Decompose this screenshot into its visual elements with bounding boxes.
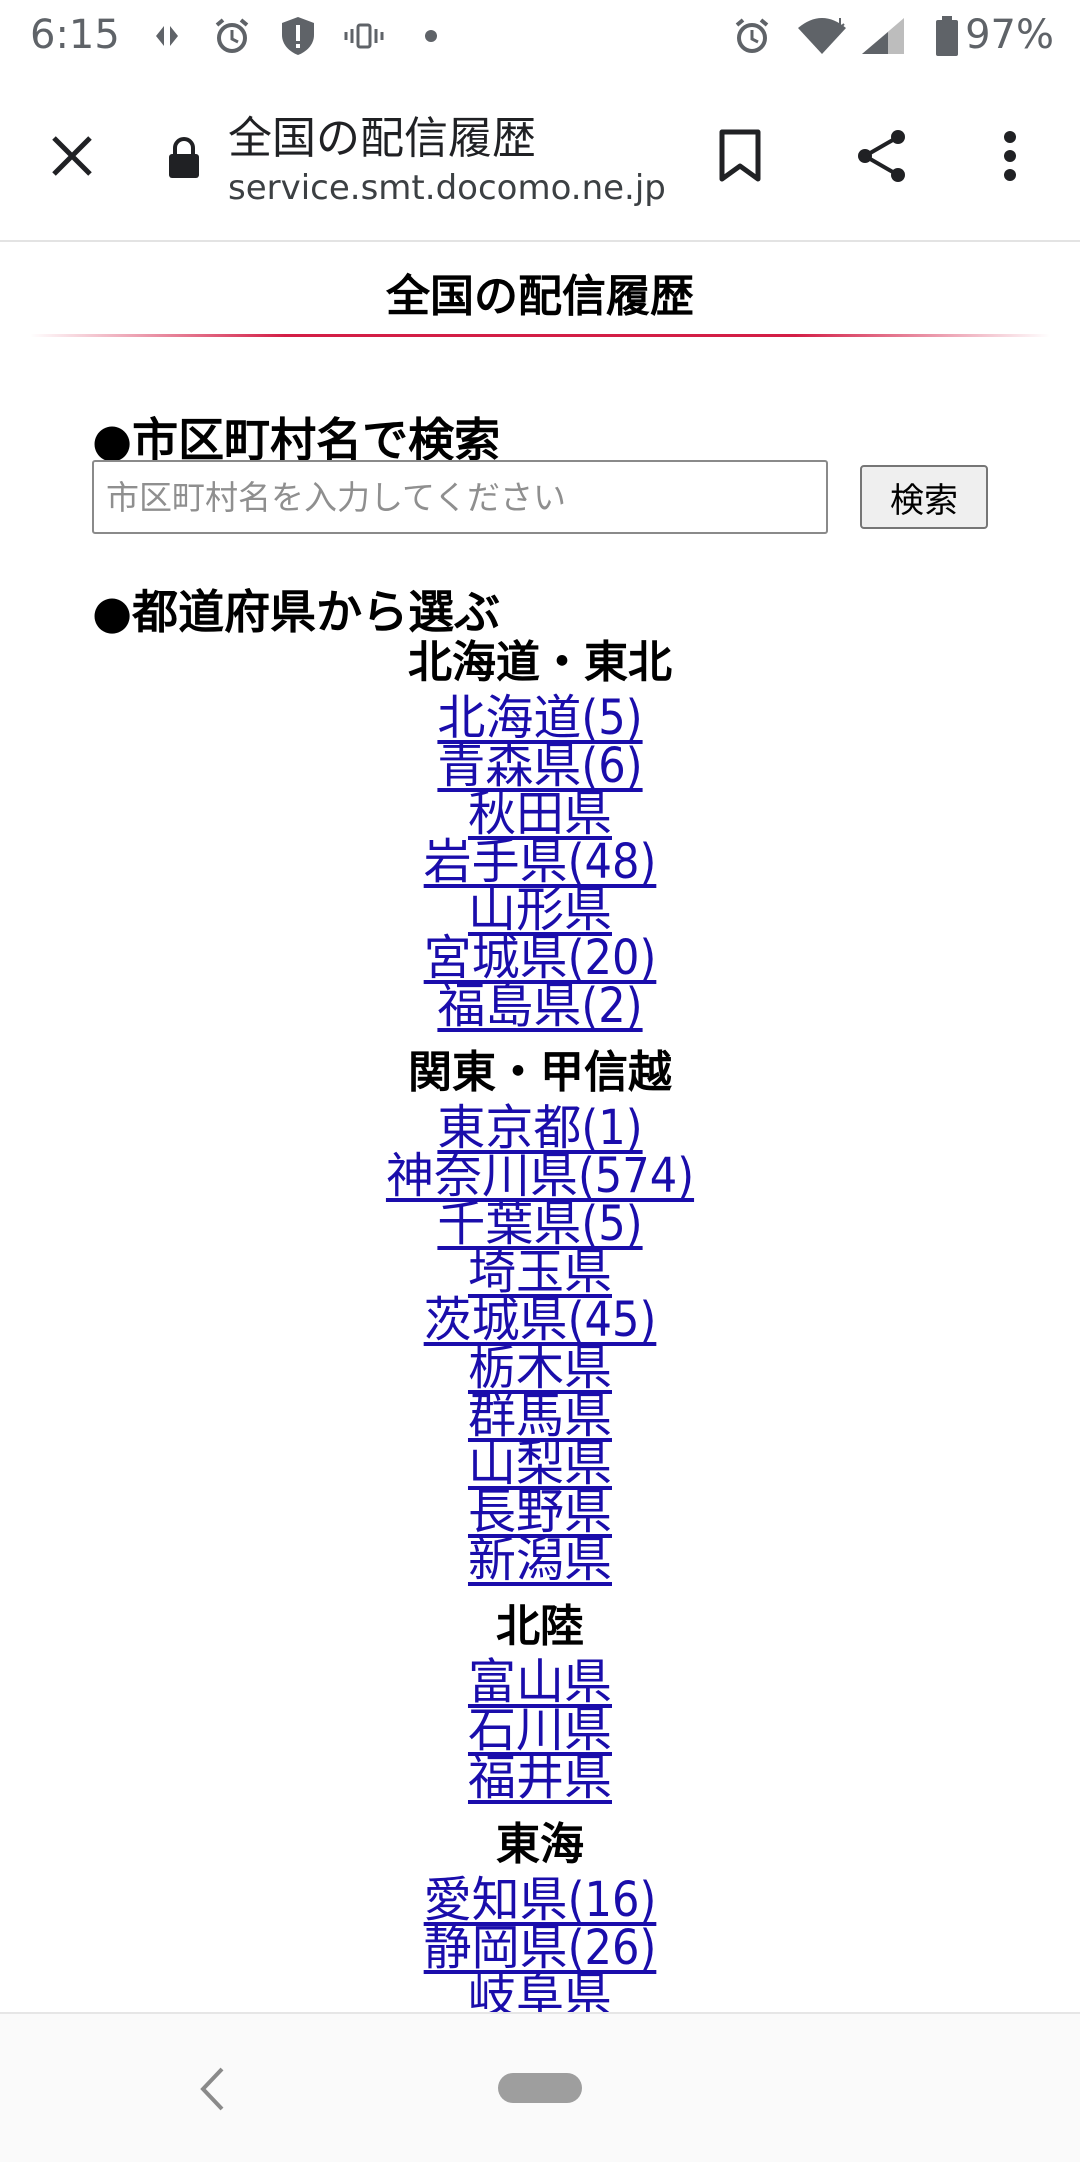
prefecture-link[interactable]: 石川県 — [468, 1706, 612, 1754]
prefecture-link[interactable]: 栃木県 — [468, 1344, 612, 1392]
toolbar-url[interactable]: service.smt.docomo.ne.jp — [228, 168, 666, 208]
browser-toolbar: 全国の配信履歴 service.smt.docomo.ne.jp — [0, 72, 1080, 242]
prefecture-link[interactable]: 愛知県(16) — [424, 1876, 657, 1924]
battery-percent: 97% — [965, 12, 1054, 58]
status-time: 6:15 — [30, 12, 120, 58]
shield-icon — [278, 14, 318, 58]
alarm-icon — [732, 14, 772, 58]
nfc-icon — [150, 14, 184, 58]
search-button[interactable]: 検索 — [860, 465, 988, 529]
prefecture-link[interactable]: 山形県 — [468, 886, 612, 934]
prefecture-link[interactable]: 福井県 — [468, 1754, 612, 1802]
page-header: 全国の配信履歴 — [0, 240, 1080, 340]
prefecture-link[interactable]: 新潟県 — [468, 1536, 612, 1584]
prefecture-link[interactable]: 静岡県(26) — [424, 1924, 657, 1972]
region-kanto-koshinetsu: 関東・甲信越 東京都(1) 神奈川県(574) 千葉県(5) 埼玉県 茨城県(4… — [0, 1042, 1080, 1584]
region-title: 関東・甲信越 — [408, 1047, 672, 1098]
city-search-input[interactable] — [92, 460, 828, 534]
region-hokkaido-tohoku: 北海道・東北 北海道(5) 青森県(6) 秋田県 岩手県(48) 山形県 宮城県… — [0, 632, 1080, 1030]
prefecture-link[interactable]: 青森県(6) — [437, 742, 642, 790]
prefecture-link[interactable]: 福島県(2) — [437, 982, 642, 1030]
prefecture-link[interactable]: 北海道(5) — [437, 694, 642, 742]
prefecture-link[interactable]: 茨城県(45) — [424, 1296, 657, 1344]
more-options-button[interactable] — [970, 116, 1050, 196]
alarm-icon — [212, 14, 252, 58]
dot-icon — [424, 14, 438, 58]
region-hokuriku: 北陸 富山県 石川県 福井県 — [0, 1596, 1080, 1802]
header-divider — [30, 334, 1050, 337]
page-title: 全国の配信履歴 — [386, 271, 694, 322]
prefecture-link[interactable]: 岩手県(48) — [424, 838, 657, 886]
status-bar: 6:15 97% — [0, 0, 1080, 72]
bookmark-button[interactable] — [700, 116, 780, 196]
region-title: 北陸 — [496, 1601, 584, 1652]
prefecture-link[interactable]: 山梨県 — [468, 1440, 612, 1488]
share-icon — [858, 130, 905, 182]
back-button[interactable] — [198, 2066, 226, 2116]
more-vert-icon — [1004, 131, 1016, 181]
prefecture-link[interactable]: 長野県 — [468, 1488, 612, 1536]
region-title: 東海 — [496, 1819, 584, 1870]
close-button[interactable] — [32, 116, 112, 196]
vibrate-icon — [342, 14, 386, 58]
prefecture-link[interactable]: 神奈川県(574) — [386, 1152, 694, 1200]
prefecture-link[interactable]: 群馬県 — [468, 1392, 612, 1440]
close-icon — [52, 136, 92, 176]
lock-icon — [160, 130, 208, 186]
region-tokai: 東海 愛知県(16) 静岡県(26) 岐阜県 — [0, 1814, 1080, 2020]
prefecture-link[interactable]: 秋田県 — [468, 790, 612, 838]
prefecture-link[interactable]: 宮城県(20) — [424, 934, 657, 982]
back-icon — [200, 2067, 224, 2111]
battery-icon — [934, 14, 960, 58]
prefecture-link[interactable]: 埼玉県 — [468, 1248, 612, 1296]
prefecture-link[interactable]: 千葉県(5) — [437, 1200, 642, 1248]
prefecture-link[interactable]: 東京都(1) — [437, 1104, 642, 1152]
share-button[interactable] — [842, 116, 922, 196]
region-list: 北海道・東北 北海道(5) 青森県(6) 秋田県 岩手県(48) 山形県 宮城県… — [0, 628, 1080, 2032]
home-pill-button[interactable] — [498, 2073, 582, 2103]
prefecture-link[interactable]: 富山県 — [468, 1658, 612, 1706]
region-title: 北海道・東北 — [408, 637, 672, 688]
system-nav-bar — [0, 2012, 1080, 2162]
signal-icon — [860, 14, 906, 58]
toolbar-page-title[interactable]: 全国の配信履歴 — [228, 102, 536, 166]
wifi-icon — [796, 14, 848, 58]
bookmark-icon — [719, 129, 761, 182]
